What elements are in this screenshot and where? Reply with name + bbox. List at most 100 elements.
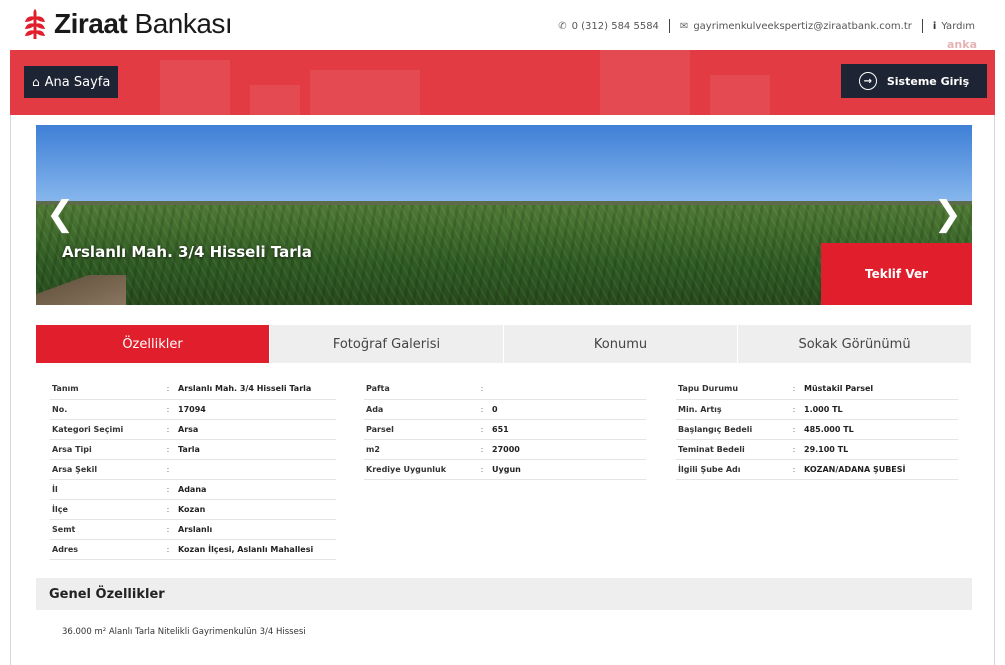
- hero-decor: [600, 50, 690, 115]
- detail-label: Ada: [364, 399, 474, 420]
- detail-label: İlgili Şube Adı: [676, 459, 786, 480]
- detail-label: Min. Artış: [676, 399, 786, 420]
- detail-label: Arsa Tipi: [50, 439, 160, 460]
- detail-row: Arsa Tipi: Tarla: [50, 439, 336, 460]
- wheat-icon: [25, 9, 45, 39]
- detail-value: Adana: [176, 479, 336, 500]
- detail-separator: :: [474, 419, 490, 440]
- detail-label: İlçe: [50, 499, 160, 520]
- detail-separator: :: [160, 439, 176, 460]
- phone-icon: ✆: [558, 20, 567, 32]
- detail-separator: :: [160, 399, 176, 420]
- hero-banner: ⌂ Ana Sayfa → Sisteme Giriş: [10, 50, 995, 115]
- detail-label: İl: [50, 479, 160, 500]
- mail-icon: ✉: [679, 20, 689, 32]
- home-icon: ⌂: [32, 75, 40, 89]
- detail-row: İlgili Şube Adı: KOZAN/ADANA ŞUBESİ: [676, 459, 958, 480]
- hero-decor: [160, 60, 230, 115]
- detail-row: Ada:0: [364, 399, 646, 420]
- detail-row: No.:17094: [50, 399, 336, 420]
- detail-label: Parsel: [364, 419, 474, 440]
- detail-label: Başlangıç Bedeli: [676, 419, 786, 440]
- tab-features[interactable]: Özellikler: [36, 325, 270, 363]
- chevron-left-icon[interactable]: ❮: [46, 197, 75, 231]
- brand-name: Ziraat Bankası: [54, 8, 233, 39]
- detail-value: Uygun: [490, 459, 646, 480]
- detail-row: Krediye Uygunluk: Uygun: [364, 459, 646, 480]
- detail-row: İlçe: Kozan: [50, 499, 336, 520]
- detail-value: Müstakil Parsel: [802, 379, 958, 400]
- detail-separator: :: [474, 439, 490, 460]
- hero-decor: [310, 70, 420, 115]
- detail-label: Teminat Bedeli: [676, 439, 786, 460]
- detail-value: Tarla: [176, 439, 336, 460]
- detail-row: m2:27000: [364, 439, 646, 460]
- details-table-3: Tapu Durumu: Müstakil Parsel Min. Artış:1.…: [676, 379, 958, 480]
- detail-value: Arslanlı: [176, 519, 336, 540]
- help-text: Yardım: [941, 20, 975, 32]
- detail-label: Kategori Seçimi: [50, 419, 160, 440]
- tab-location[interactable]: Konumu: [504, 325, 738, 363]
- detail-row: Parsel:651: [364, 419, 646, 440]
- detail-separator: :: [786, 419, 802, 440]
- contact-bar: ✆ 0 (312) 584 5584 ✉ gayrimenkulveeksper…: [558, 19, 975, 33]
- detail-separator: :: [160, 499, 176, 520]
- photo-carousel: ❮ ❯ Arslanlı Mah. 3/4 Hisseli Tarla Tekl…: [36, 125, 972, 305]
- chevron-right-icon[interactable]: ❯: [934, 197, 963, 231]
- offer-label: Teklif Ver: [864, 267, 929, 281]
- home-label: Ana Sayfa: [44, 74, 111, 90]
- detail-row: İl: Adana: [50, 479, 336, 500]
- detail-label: Tapu Durumu: [676, 379, 786, 400]
- make-offer-button[interactable]: Teklif Ver: [821, 243, 972, 305]
- detail-separator: :: [786, 379, 802, 400]
- detail-separator: :: [474, 459, 490, 480]
- detail-value: Kozan İlçesi, Aslanlı Mahallesi: [176, 539, 336, 560]
- detail-label: Adres: [50, 539, 160, 560]
- detail-separator: :: [160, 479, 176, 500]
- brand-logo[interactable]: Ziraat Bankası: [24, 8, 233, 40]
- detail-row: Başlangıç Bedeli:485.000 TL: [676, 419, 958, 440]
- help-link[interactable]: i Yardım: [933, 21, 975, 32]
- detail-separator: :: [160, 379, 176, 400]
- phone-link[interactable]: ✆ 0 (312) 584 5584: [558, 21, 659, 32]
- general-features-heading: Genel Özellikler: [36, 578, 972, 610]
- general-features-text: 36.000 m² Alanlı Tarla Nitelikli Gayrime…: [62, 627, 306, 637]
- details-table-1: Tanım: Arslanlı Mah. 3/4 Hisseli Tarla No.…: [50, 379, 336, 560]
- detail-value: Arsa: [176, 419, 336, 440]
- detail-value: 651: [490, 419, 646, 440]
- detail-label: No.: [50, 399, 160, 420]
- tab-street-view[interactable]: Sokak Görünümü: [738, 325, 972, 363]
- login-button[interactable]: → Sisteme Giriş: [841, 64, 987, 98]
- email-link[interactable]: ✉ gayrimenkulveekspertiz@ziraatbank.com.…: [680, 21, 912, 32]
- detail-label: m2: [364, 439, 474, 460]
- hero-decor: [250, 85, 300, 115]
- detail-separator: :: [786, 459, 802, 480]
- detail-separator: :: [786, 439, 802, 460]
- detail-row: Tapu Durumu: Müstakil Parsel: [676, 379, 958, 400]
- detail-value: Kozan: [176, 499, 336, 520]
- divider: [668, 19, 670, 33]
- detail-value: Arslanlı Mah. 3/4 Hisseli Tarla: [176, 379, 336, 400]
- hero-decor: [710, 75, 770, 115]
- detail-value: 0: [490, 399, 646, 420]
- detail-row: Pafta:: [364, 379, 646, 400]
- detail-separator: :: [474, 379, 490, 400]
- detail-separator: :: [474, 399, 490, 420]
- detail-separator: :: [160, 459, 176, 480]
- home-button[interactable]: ⌂ Ana Sayfa: [24, 66, 119, 98]
- detail-label: Semt: [50, 519, 160, 540]
- email-text: gayrimenkulveekspertiz@ziraatbank.com.tr: [693, 20, 912, 32]
- detail-row: Adres: Kozan İlçesi, Aslanlı Mahallesi: [50, 539, 336, 560]
- carousel-photo: [36, 125, 505, 305]
- detail-value: 1.000 TL: [802, 399, 958, 420]
- detail-tabs: Özellikler Fotoğraf Galerisi Konumu Soka…: [36, 325, 972, 363]
- top-bar: Ziraat Bankası ✆ 0 (312) 584 5584 ✉ gayr…: [0, 0, 1005, 51]
- detail-separator: :: [786, 399, 802, 420]
- detail-value: 27000: [490, 439, 646, 460]
- detail-row: Arsa Şekil:: [50, 459, 336, 480]
- tab-photo-gallery[interactable]: Fotoğraf Galerisi: [270, 325, 504, 363]
- detail-value: [176, 459, 336, 480]
- detail-value: KOZAN/ADANA ŞUBESİ: [802, 459, 958, 480]
- detail-separator: :: [160, 519, 176, 540]
- detail-label: Pafta: [364, 379, 474, 400]
